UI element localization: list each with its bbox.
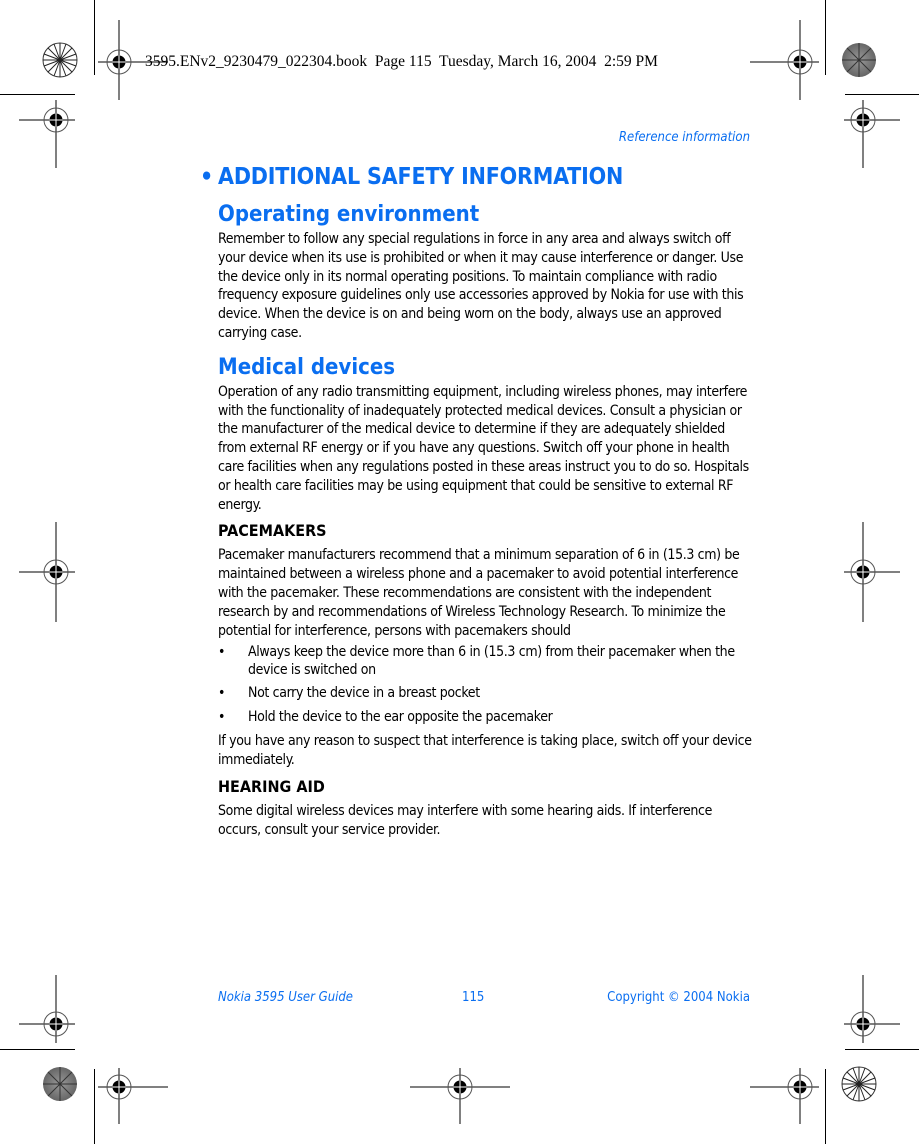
footer-guide-title: Nokia 3595 User Guide [218,990,354,1005]
pacemakers-closing: If you have any reason to suspect that i… [218,733,752,769]
footer-copyright: Copyright © 2004 Nokia [607,990,750,1005]
footer-page-number: 115 [462,990,485,1005]
registration-target [98,1068,168,1124]
print-slug: 3595.ENv2_9230479_022304.book Page 115 T… [145,53,658,70]
heading-medical-devices: Medical devices [218,354,396,380]
registration-target [844,975,900,1043]
list-item: • Hold the device to the ear opposite the… [218,709,752,727]
page-content: • ADDITIONAL SAFETY INFORMATION Operating… [200,160,752,840]
bullet-icon: • [218,685,226,702]
section-title-text: ADDITIONAL SAFETY INFORMATION [218,164,624,190]
list-item-text: Not carry the device in a breast pocket [248,685,480,702]
medical-devices-body: Operation of any radio transmitting equi… [218,383,749,513]
heading-pacemakers: PACEMAKERS [218,521,327,541]
registration-target [19,522,75,622]
section-title: • ADDITIONAL SAFETY INFORMATION [200,160,752,194]
registration-target [844,522,900,622]
registration-target [410,1068,510,1124]
pacemaker-guidelines-list: • Always keep the device more than 6 in (… [218,644,752,726]
heading-hearing-aid: HEARING AID [218,776,325,796]
section-bullet: • [200,164,214,190]
registration-target [750,1068,819,1124]
heading-operating-environment: Operating environment [218,202,480,227]
list-item: • Not carry the device in a breast pocket [218,685,752,703]
bullet-icon: • [218,644,226,661]
registration-target [750,20,819,100]
registration-target [844,100,900,168]
star-target-light [841,1066,877,1102]
registration-target [19,100,75,168]
list-item-text: Always keep the device more than 6 in (1… [248,644,735,678]
running-head: Reference information [618,130,750,145]
list-item: • Always keep the device more than 6 in (… [218,644,752,679]
hearing-aid-body: Some digital wireless devices may interf… [218,802,712,838]
star-target-dark [43,1067,77,1101]
pacemakers-body: Pacemaker manufacturers recommend that a… [218,547,740,639]
registration-target [19,975,75,1043]
star-target-dark [842,43,876,77]
bullet-icon: • [218,708,226,725]
list-item-text: Hold the device to the ear opposite the … [248,708,553,725]
star-target-light [42,42,78,78]
operating-environment-body: Remember to follow any special regulatio… [218,231,744,341]
